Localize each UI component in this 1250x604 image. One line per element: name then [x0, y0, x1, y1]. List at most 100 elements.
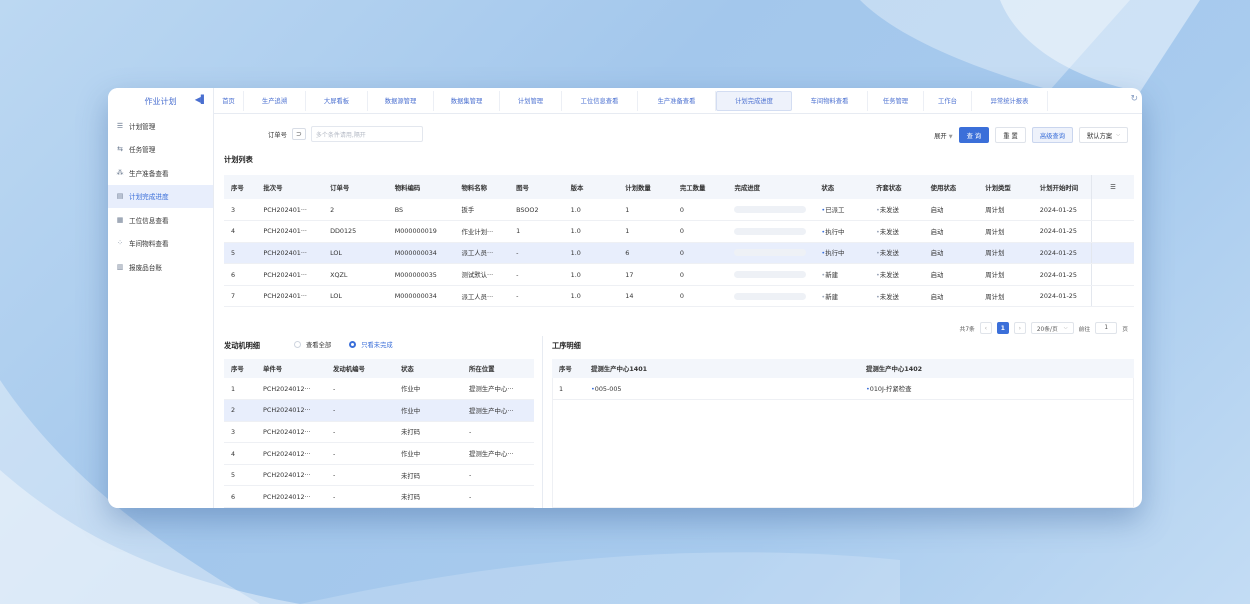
- table-cell: -: [326, 442, 394, 465]
- table-cell: M000000034: [387, 242, 455, 265]
- table-row[interactable]: 1 •005-005 •010J-拧紧检查: [552, 378, 1134, 401]
- sidebar-item-plan-progress[interactable]: ▤ 计划完成进度: [108, 184, 213, 208]
- radio-unfinished-only[interactable]: [349, 341, 357, 348]
- advanced-search-button[interactable]: 高级查询: [1031, 127, 1073, 143]
- table-row[interactable]: 4 PCH2024012··· - 作业中 提测生产中心···: [224, 442, 534, 465]
- status-badge: 已派工: [825, 206, 845, 215]
- tab-workbench[interactable]: 工作台: [924, 90, 972, 111]
- cell-text: M000000034: [394, 248, 437, 257]
- chevron-down-icon: ⌵: [1116, 132, 1120, 138]
- tab-plan-management[interactable]: 计划管理: [500, 90, 562, 111]
- cell-text: BS: [394, 205, 404, 214]
- cell-text: -: [516, 270, 519, 279]
- sidebar-item-plan-management[interactable]: ☰ 计划管理: [108, 114, 213, 138]
- plan-list-title: 计划列表: [224, 155, 253, 164]
- sidebar-item-station-info[interactable]: ▦ 工位信息查看: [108, 208, 213, 232]
- table-cell: 1.0: [563, 199, 619, 222]
- tab-datasource[interactable]: 数据源管理: [368, 90, 434, 111]
- tab-label: 工作台: [938, 98, 957, 105]
- sidebar-item-workshop-material[interactable]: ⁘ 车间物料查看: [108, 232, 213, 256]
- table-cell: PCH202401···: [256, 199, 324, 222]
- tab-station-info[interactable]: 工位信息查看: [562, 90, 638, 111]
- tab-dataset[interactable]: 数据集管理: [434, 90, 500, 111]
- page-size-select[interactable]: 20条/页 ⌵: [1030, 322, 1074, 334]
- col-header: 序号: [552, 359, 584, 378]
- task-icon: ⇆: [117, 145, 123, 154]
- table-cell: •执行中: [814, 242, 869, 265]
- tab-workshop-material[interactable]: 车间物料查看: [792, 90, 868, 111]
- tab-label: 生产追溯: [261, 98, 288, 105]
- engine-table-header: 序号 单件号 发动机编号 状态 所在位置: [224, 359, 534, 378]
- radio-view-all[interactable]: [294, 341, 301, 348]
- next-page-icon[interactable]: ›: [1013, 322, 1026, 334]
- table-cell: •已派工: [814, 199, 869, 222]
- col-header: 所在位置: [462, 359, 534, 378]
- tab-exception-report[interactable]: 异常统计报表: [972, 90, 1048, 111]
- table-row[interactable]: 1 PCH2024012··· - 作业中 提测生产中心···: [224, 378, 534, 401]
- swap-icon[interactable]: ⊃: [291, 128, 306, 140]
- cell-text: XQZL: [330, 270, 348, 279]
- tab-production-prep[interactable]: 生产准备查看: [638, 90, 716, 111]
- table-row[interactable]: 7 PCH202401··· LOL M000000034 派工人员··· - 1.0 14 0…: [224, 285, 1134, 308]
- order-number-input[interactable]: 多个条件请用,隔开: [310, 126, 423, 142]
- table-row[interactable]: 2 PCH2024012··· - 作业中 提测生产中心···: [224, 399, 534, 422]
- cell-text: PCH202401···: [263, 292, 307, 301]
- status-badge: 执行中: [825, 227, 845, 236]
- table-row[interactable]: 3 PCH2024012··· - 未打码 -: [224, 421, 534, 444]
- plan-table: 序号 批次号 订单号 物料编码 物料名称 图号 版本 计划数量 完工数量 完成进…: [224, 175, 1134, 308]
- table-cell: •未发送: [869, 242, 924, 265]
- list-icon: ☰: [116, 121, 124, 130]
- cell-text: PCH202401···: [263, 248, 307, 257]
- engine-table: 序号 单件号 发动机编号 状态 所在位置 1 PCH2024012··· - 作业中提…: [224, 359, 534, 508]
- table-cell: LOL: [323, 242, 388, 265]
- table-cell: BS: [387, 199, 455, 222]
- table-cell: 未打码: [394, 464, 462, 487]
- status-badge: 新建: [825, 292, 838, 301]
- column-settings-icon[interactable]: ☰: [1090, 175, 1134, 199]
- cell-text: -: [469, 492, 472, 501]
- table-row[interactable]: 3 PCH202401··· 2 BS 扳手 BSOO2 1.0 1 0 0%•已派工•未发送启动…: [224, 199, 1134, 222]
- tab-home[interactable]: 首页: [214, 90, 244, 111]
- tab-label: 工位信息查看: [580, 98, 619, 105]
- table-cell: 1: [224, 378, 256, 401]
- table-cell: 周计划: [978, 242, 1033, 265]
- cell-text: 1: [231, 384, 236, 393]
- table-row[interactable]: 5 PCH202401··· LOL M000000034 派工人员··· - 1.0 6 0 0…: [224, 242, 1134, 265]
- search-button[interactable]: 查 询: [958, 127, 990, 143]
- table-row[interactable]: 4 PCH202401··· DD0125 M000000019 作业计划··· 1 1.0…: [224, 220, 1134, 243]
- scheme-select[interactable]: 默认方案 ⌵: [1079, 127, 1128, 143]
- sidebar-item-task-management[interactable]: ⇆ 任务管理: [108, 138, 213, 162]
- table-row[interactable]: 6 PCH202401··· XQZL M000000035 测试默认··· - 1.0 17…: [224, 263, 1134, 286]
- tab-task-management[interactable]: 任务管理: [868, 90, 924, 111]
- page-number-current[interactable]: 1: [996, 322, 1009, 334]
- refresh-icon[interactable]: ↻: [1130, 94, 1138, 104]
- cell-text: -: [469, 427, 472, 436]
- cell-text: 0: [679, 270, 684, 279]
- tab-dashboard[interactable]: 大屏看板: [306, 90, 368, 111]
- table-cell: 17: [618, 263, 673, 286]
- cell-text: 4: [231, 227, 236, 236]
- cell-text: 未打码: [401, 471, 421, 480]
- sidebar-item-scrap-ledger[interactable]: ▥ 报废品台账: [108, 255, 213, 279]
- expand-toggle[interactable]: 展开 ▼: [934, 131, 952, 140]
- cell-text: 6: [625, 248, 630, 257]
- prev-page-icon[interactable]: ‹: [979, 322, 992, 334]
- cell-text: 提测生产中心···: [469, 450, 514, 459]
- collapse-sidebar-icon[interactable]: ◀▌: [195, 95, 207, 104]
- table-cell: -: [462, 421, 534, 444]
- app-window: 作业计划 ◀▌ ☰ 计划管理 ⇆ 任务管理 ⁂ 生产准备查看 ▤ 计划完成进度 …: [108, 88, 1142, 508]
- sidebar-item-production-prep[interactable]: ⁂ 生产准备查看: [108, 161, 213, 185]
- table-row[interactable]: 6 PCH2024012··· - 未打码 -: [224, 485, 534, 508]
- table-cell: 0: [672, 263, 728, 286]
- cell-text: 1.0: [570, 248, 581, 257]
- tab-plan-progress[interactable]: 计划完成进度: [716, 90, 792, 111]
- order-number-label: 订单号: [268, 131, 287, 139]
- goto-page-input[interactable]: 1: [1095, 322, 1118, 334]
- table-row[interactable]: 5 PCH2024012··· - 未打码 -: [224, 464, 534, 487]
- reset-button[interactable]: 重 置: [995, 127, 1026, 143]
- cell-text: PCH2024012···: [263, 384, 311, 393]
- cell-text: 提测生产中心···: [469, 385, 514, 394]
- tab-trace[interactable]: 生产追溯: [244, 90, 306, 111]
- table-cell: 0: [672, 199, 728, 222]
- table-cell: -: [326, 485, 394, 508]
